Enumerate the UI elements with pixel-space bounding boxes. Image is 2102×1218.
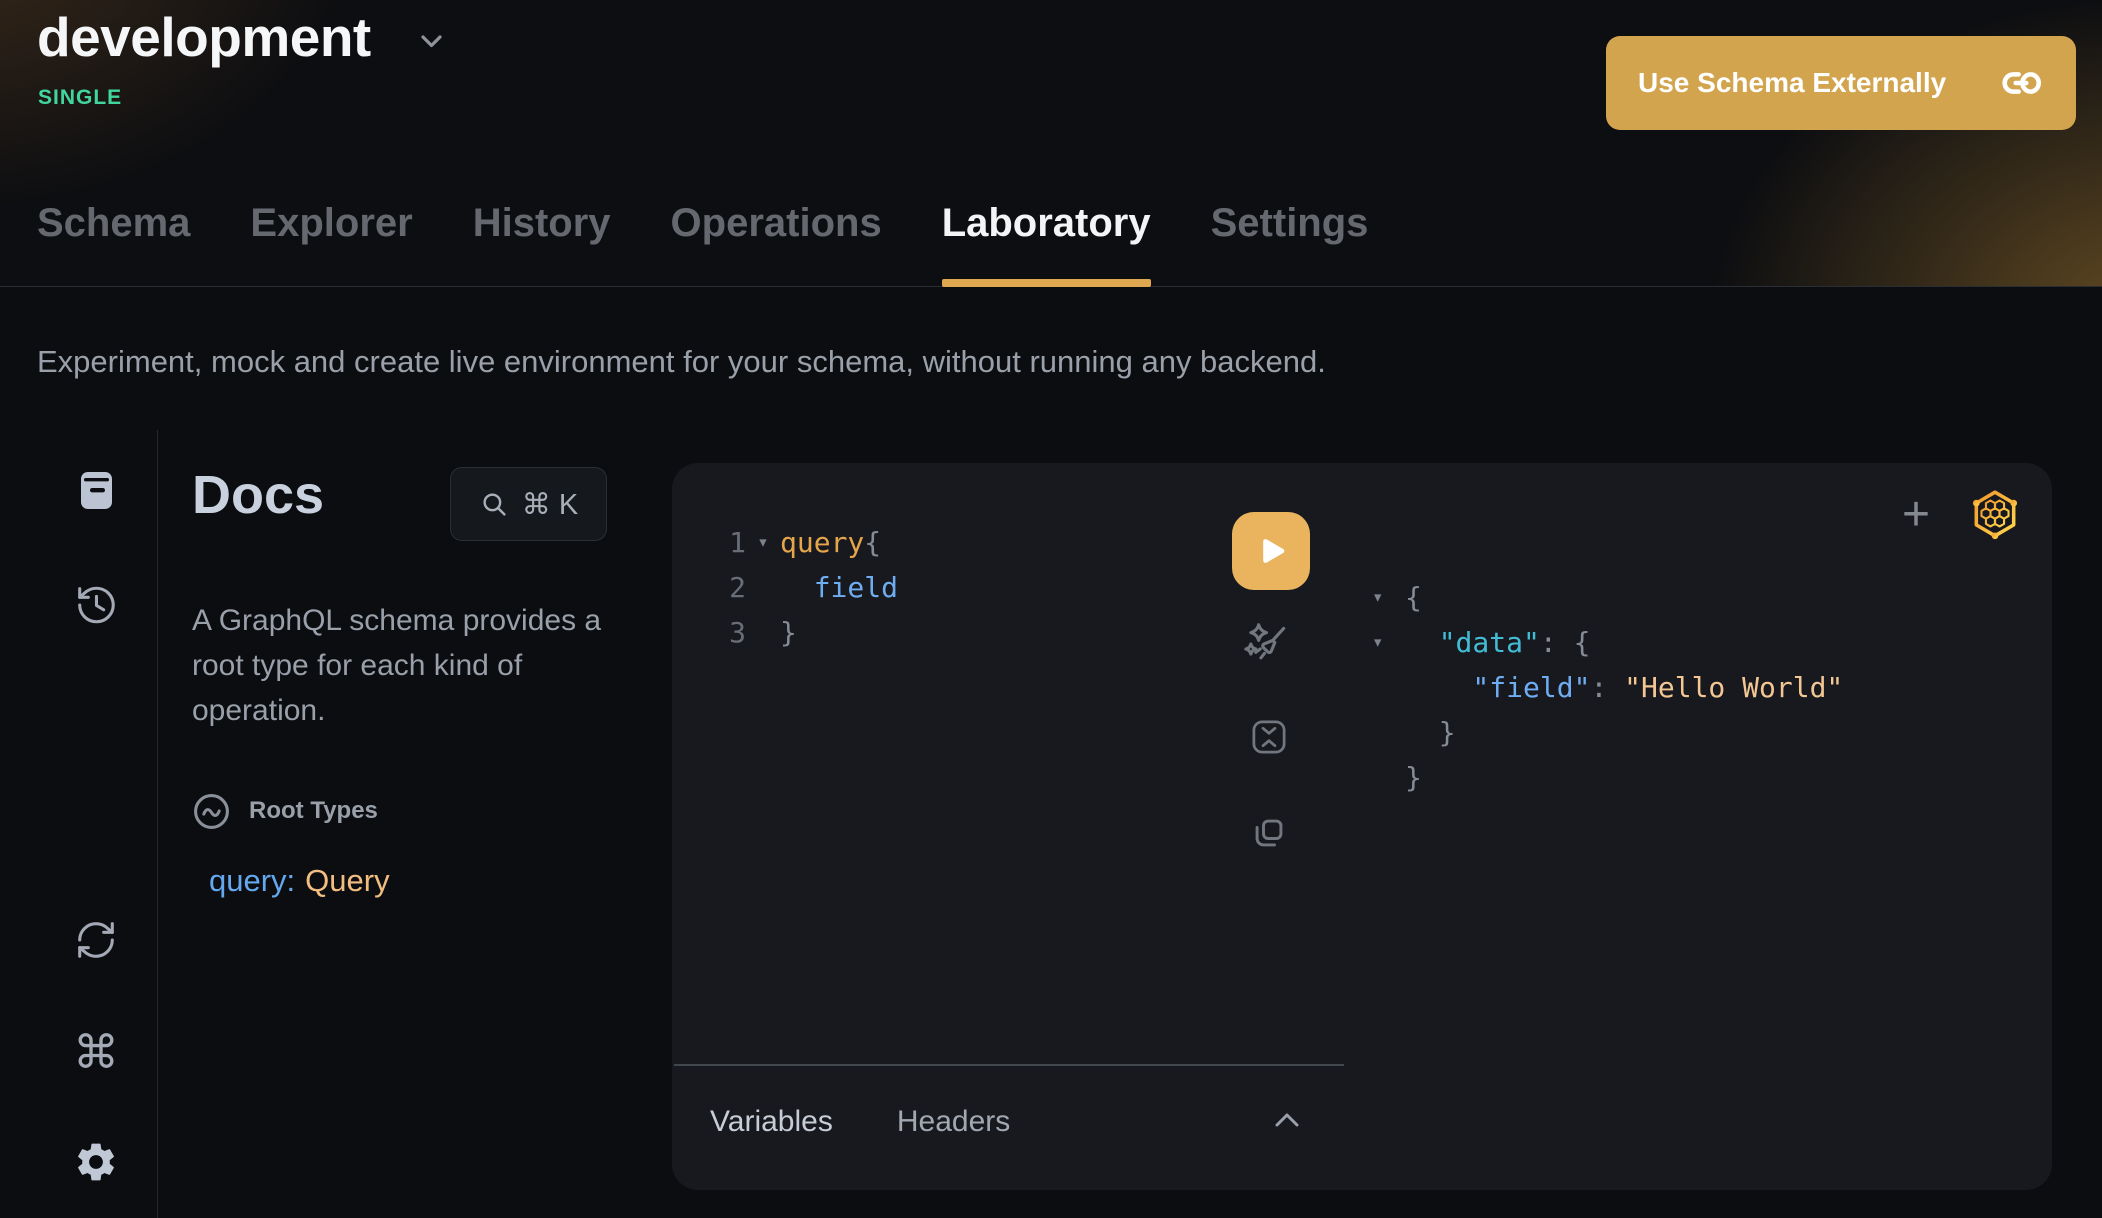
shortcuts-button[interactable]: ⌘ [72,1028,120,1076]
response-line: ▾{ [1372,575,1843,620]
command-icon: ⌘ [73,1028,119,1076]
main-nav: Schema Explorer History Operations Labor… [37,198,1368,287]
query-editor[interactable]: 1 ▾ query { 2 field 3 } [708,520,898,655]
settings-button[interactable] [72,1138,120,1186]
hive-logo-icon[interactable] [1968,486,2022,542]
response-line: "field":"Hello World" [1372,665,1843,710]
tab-history[interactable]: History [473,198,611,287]
close-brace: } [780,610,797,655]
prettify-query-button[interactable] [1242,618,1292,668]
docs-panel: Docs ⌘ K A GraphQL schema provides a roo… [192,464,637,899]
open-brace: { [864,520,881,565]
response-line: ▾"data":{ [1372,620,1843,665]
editor-tools-divider [674,1064,1344,1066]
response-line: } [1372,755,1843,800]
field-key: "field" [1472,665,1590,710]
variables-tab[interactable]: Variables [710,1103,833,1141]
tab-operations[interactable]: Operations [671,198,882,287]
copy-query-button[interactable] [1247,811,1291,855]
response-viewer: ▾{ ▾"data":{ "field":"Hello World" } } [1372,575,1843,800]
root-field-link[interactable]: query [209,863,287,898]
line-number: 3 [708,610,746,655]
target-title-row: development [37,6,447,68]
root-field-colon: : [287,863,296,898]
root-types-label: Root Types [249,797,378,825]
root-type-link[interactable]: Query [305,863,389,898]
plugin-rail: ⌘ [0,430,157,1218]
target-title: development [37,6,371,68]
refresh-icon [73,917,119,963]
fold-toggle-icon[interactable]: ▾ [1372,620,1405,665]
chevron-up-icon [1273,1110,1301,1130]
root-type-row: query: Query [209,863,637,899]
page-subtitle: Experiment, mock and create live environ… [37,344,1326,380]
use-schema-externally-label: Use Schema Externally [1638,67,1946,99]
book-icon [74,467,118,513]
use-schema-externally-button[interactable]: Use Schema Externally [1606,36,2076,130]
response-line: } [1372,710,1843,755]
graphiql-panel: 1 ▾ query { 2 field 3 } [672,463,2052,1190]
refetch-schema-button[interactable] [72,916,120,964]
docs-description: A GraphQL schema provides a root type fo… [192,598,637,733]
search-shortcut: ⌘ K [522,487,578,522]
history-icon [73,582,119,628]
collapse-editor-tools-button[interactable] [1272,1109,1302,1131]
play-icon [1249,529,1293,573]
prettify-icon [1242,618,1292,668]
gear-icon [73,1139,119,1185]
add-tab-button[interactable]: + [1890,489,1942,541]
editor-line: 1 ▾ query { [708,520,898,565]
query-keyword: query [780,520,864,565]
tab-explorer[interactable]: Explorer [250,198,412,287]
tab-schema[interactable]: Schema [37,198,190,287]
field-value: "Hello World" [1624,665,1843,710]
docs-search-button[interactable]: ⌘ K [450,467,607,541]
docs-plugin-button[interactable] [72,466,120,514]
root-types-section: Root Types [192,791,637,831]
editor-line: 3 } [708,610,898,655]
rail-divider [157,430,158,1218]
fold-toggle-icon[interactable]: ▾ [746,520,780,565]
tab-settings[interactable]: Settings [1211,198,1369,287]
line-number: 1 [708,520,746,565]
search-icon [479,489,510,520]
history-plugin-button[interactable] [72,581,120,629]
fold-toggle-icon[interactable]: ▾ [1372,575,1405,620]
field-token: field [814,565,898,610]
page-header: development SINGLE Use Schema Externally… [0,0,2102,287]
hive-laboratory-page: development SINGLE Use Schema Externally… [0,0,2102,1218]
execute-query-button[interactable] [1232,512,1310,590]
line-number: 2 [708,565,746,610]
root-types-icon [192,792,231,831]
chevron-down-icon[interactable] [416,26,447,57]
headers-tab[interactable]: Headers [897,1103,1010,1141]
copy-icon [1247,811,1291,855]
link-icon [1998,60,2044,106]
tab-laboratory[interactable]: Laboratory [942,198,1151,287]
editor-line: 2 field [708,565,898,610]
merge-fragments-button[interactable] [1247,715,1291,759]
environment-badge: SINGLE [38,86,122,110]
editor-tools-tabs: Variables Headers [710,1103,1010,1141]
data-key: "data" [1439,620,1540,665]
merge-icon [1247,715,1291,759]
